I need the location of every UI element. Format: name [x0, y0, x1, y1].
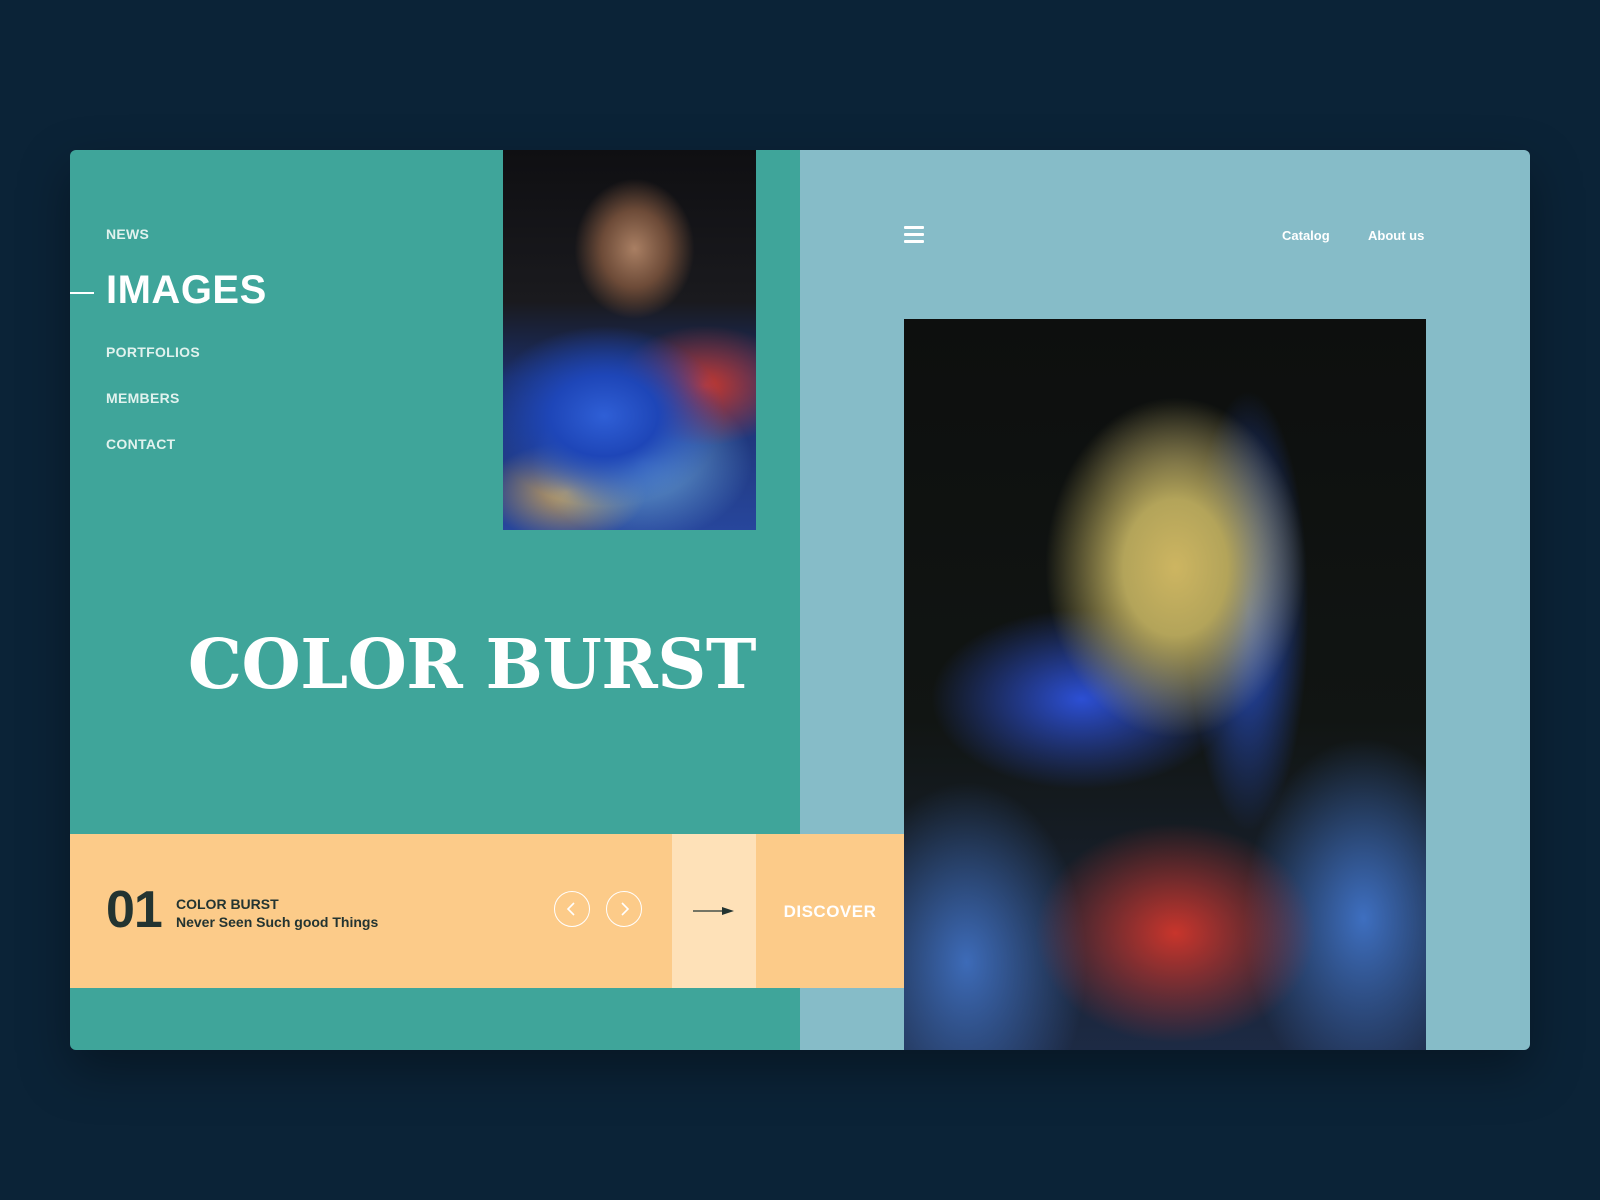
arrow-right-icon: [693, 907, 734, 915]
slide-subtitle: Never Seen Such good Things: [176, 914, 379, 930]
featured-photo-large: [904, 319, 1426, 1050]
discover-arrow-button[interactable]: [672, 834, 756, 988]
slide-title: COLOR BURST: [176, 896, 279, 912]
discover-button[interactable]: DISCOVER: [756, 834, 904, 988]
hamburger-icon[interactable]: [904, 226, 924, 244]
nav-item-portfolios[interactable]: PORTFOLIOS: [106, 344, 200, 360]
discover-label: DISCOVER: [783, 902, 877, 921]
nav-link-catalog[interactable]: Catalog: [1282, 228, 1330, 243]
page-frame: NEWS IMAGES PORTFOLIOS MEMBERS CONTACT C…: [70, 150, 1530, 1050]
hero-title: COLOR BURST: [187, 625, 757, 705]
prev-slide-button[interactable]: [554, 891, 590, 927]
next-slide-button[interactable]: [606, 891, 642, 927]
nav-link-about-us[interactable]: About us: [1368, 228, 1424, 243]
nav-item-members[interactable]: MEMBERS: [106, 390, 180, 406]
chevron-right-icon: [621, 902, 630, 916]
chevron-left-icon: [566, 902, 575, 916]
slide-number: 01: [106, 881, 163, 939]
slide-info-bar: 01 COLOR BURST Never Seen Such good Thin…: [70, 834, 672, 988]
nav-item-images[interactable]: IMAGES: [106, 268, 267, 313]
nav-item-contact[interactable]: CONTACT: [106, 436, 176, 452]
featured-photo-small: [503, 150, 756, 530]
nav-item-news[interactable]: NEWS: [106, 226, 149, 242]
active-nav-indicator: [70, 292, 94, 294]
